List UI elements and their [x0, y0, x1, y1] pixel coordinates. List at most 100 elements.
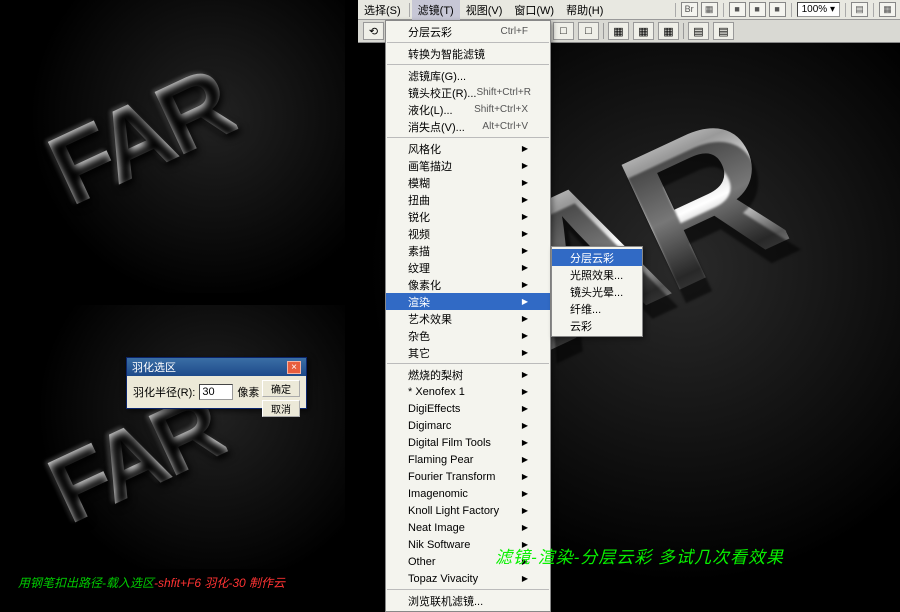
menu-item[interactable]: * Xenofex 1▶: [386, 383, 550, 400]
artwork-text: FAR: [32, 46, 248, 228]
menu-item[interactable]: 镜头校正(R)...Shift+Ctrl+R: [386, 84, 550, 101]
menu-item[interactable]: 画笔描边▶: [386, 157, 550, 174]
submenu-item[interactable]: 光照效果...: [552, 266, 642, 283]
menu-item[interactable]: 扭曲▶: [386, 191, 550, 208]
screenmode-icon-2[interactable]: ■: [749, 2, 766, 17]
menu-item[interactable]: 其它▶: [386, 344, 550, 361]
submenu-item[interactable]: 云彩: [552, 317, 642, 334]
cancel-button[interactable]: 取消: [262, 400, 300, 417]
menu-item[interactable]: 燃烧的梨树▶: [386, 366, 550, 383]
chevron-right-icon: ▶: [522, 506, 528, 515]
menu-item[interactable]: 渲染▶: [386, 293, 550, 310]
menu-item[interactable]: 视频▶: [386, 225, 550, 242]
chevron-right-icon: ▶: [522, 246, 528, 255]
tool-icon[interactable]: □: [578, 22, 599, 40]
feather-label: 羽化半径(R):: [133, 384, 195, 400]
chevron-right-icon: ▶: [522, 229, 528, 238]
chevron-right-icon: ▶: [522, 280, 528, 289]
menu-item[interactable]: 转换为智能滤镜: [386, 45, 550, 62]
tool-icon[interactable]: ▤: [688, 22, 709, 40]
chevron-right-icon: ▶: [522, 455, 528, 464]
menu-view[interactable]: 视图(V): [460, 0, 509, 20]
chevron-right-icon: ▶: [522, 574, 528, 583]
feather-dialog: 羽化选区 × 羽化半径(R): 像素 确定 取消: [126, 357, 307, 409]
render-submenu: 分层云彩光照效果...镜头光晕...纤维...云彩: [551, 246, 643, 337]
chevron-right-icon: ▶: [522, 161, 528, 170]
menu-item[interactable]: 模糊▶: [386, 174, 550, 191]
caption-right: 滤镜-渲染-分层云彩 多试几次看效果: [495, 543, 784, 568]
close-icon[interactable]: ×: [287, 361, 301, 374]
right-panel: FAR 选择(S) 滤镜(T) 视图(V) 窗口(W) 帮助(H) Br ▦ ■…: [358, 0, 900, 596]
arrange-icon-2[interactable]: ▦: [879, 2, 896, 17]
menu-item[interactable]: 纹理▶: [386, 259, 550, 276]
submenu-item[interactable]: 分层云彩: [552, 249, 642, 266]
chevron-right-icon: ▶: [522, 472, 528, 481]
tool-icon[interactable]: ▤: [713, 22, 734, 40]
menu-item[interactable]: 风格化▶: [386, 140, 550, 157]
tool-icon[interactable]: ▦: [633, 22, 654, 40]
menu-item[interactable]: 锐化▶: [386, 208, 550, 225]
chevron-right-icon: ▶: [522, 144, 528, 153]
feather-input[interactable]: [199, 384, 233, 400]
arrange-icon-1[interactable]: ▤: [851, 2, 868, 17]
zoom-level[interactable]: 100% ▾: [797, 2, 840, 17]
preview-image-bottom: FAR 羽化选区 × 羽化半径(R): 像素 确定 取消: [18, 305, 345, 569]
chevron-right-icon: ▶: [522, 348, 528, 357]
tool-icon[interactable]: □: [553, 22, 574, 40]
menu-filter[interactable]: 滤镜(T): [412, 0, 460, 20]
menu-item[interactable]: 像素化▶: [386, 276, 550, 293]
tool-icon[interactable]: ▦: [608, 22, 629, 40]
chevron-right-icon: ▶: [522, 438, 528, 447]
screenmode-icon-1[interactable]: ■: [729, 2, 746, 17]
menu-item[interactable]: Fourier Transform▶: [386, 468, 550, 485]
menu-window[interactable]: 窗口(W): [508, 0, 560, 20]
menu-item[interactable]: Digimarc▶: [386, 417, 550, 434]
menu-help[interactable]: 帮助(H): [560, 0, 609, 20]
menu-item[interactable]: Knoll Light Factory▶: [386, 502, 550, 519]
left-column: FAR FAR 羽化选区 × 羽化半径(R): 像素 确定 取消: [18, 0, 345, 569]
menubar: 选择(S) 滤镜(T) 视图(V) 窗口(W) 帮助(H) Br ▦ ■ ■ ■…: [358, 0, 900, 20]
menu-item[interactable]: Imagenomic▶: [386, 485, 550, 502]
minibridge-icon[interactable]: ▦: [701, 2, 718, 17]
menu-item[interactable]: Flaming Pear▶: [386, 451, 550, 468]
chevron-right-icon: ▶: [522, 404, 528, 413]
dialog-title: 羽化选区: [132, 359, 176, 375]
chevron-right-icon: ▶: [522, 297, 528, 306]
menu-item[interactable]: 消失点(V)...Alt+Ctrl+V: [386, 118, 550, 135]
chevron-right-icon: ▶: [522, 314, 528, 323]
chevron-right-icon: ▶: [522, 370, 528, 379]
ok-button[interactable]: 确定: [262, 380, 300, 397]
screenmode-icon-3[interactable]: ■: [769, 2, 786, 17]
bridge-icon[interactable]: Br: [681, 2, 698, 17]
feather-unit: 像素: [237, 384, 259, 400]
submenu-item[interactable]: 镜头光晕...: [552, 283, 642, 300]
dialog-titlebar[interactable]: 羽化选区 ×: [127, 358, 306, 376]
menu-item[interactable]: 液化(L)...Shift+Ctrl+X: [386, 101, 550, 118]
menu-item[interactable]: 滤镜库(G)...: [386, 67, 550, 84]
tool-icon[interactable]: ⟲: [363, 22, 384, 40]
menu-select[interactable]: 选择(S): [358, 0, 407, 20]
menu-item[interactable]: Neat Image▶: [386, 519, 550, 536]
menu-item[interactable]: Topaz Vivacity▶: [386, 570, 550, 587]
menu-item[interactable]: Digital Film Tools▶: [386, 434, 550, 451]
filter-menu: 分层云彩Ctrl+F 转换为智能滤镜滤镜库(G)...镜头校正(R)...Shif…: [385, 20, 551, 612]
submenu-item[interactable]: 纤维...: [552, 300, 642, 317]
menu-item[interactable]: 杂色▶: [386, 327, 550, 344]
chevron-right-icon: ▶: [522, 421, 528, 430]
tool-icon[interactable]: ▦: [658, 22, 679, 40]
menu-item[interactable]: 艺术效果▶: [386, 310, 550, 327]
menu-item[interactable]: 分层云彩Ctrl+F: [386, 23, 550, 40]
chevron-right-icon: ▶: [522, 387, 528, 396]
chevron-right-icon: ▶: [522, 331, 528, 340]
chevron-right-icon: ▶: [522, 523, 528, 532]
caption-left: 用钢笔扣出路径-载入选区-shfit+F6 羽化-30 制作云: [18, 574, 285, 591]
menu-item[interactable]: 浏览联机滤镜...: [386, 592, 550, 609]
chevron-right-icon: ▶: [522, 263, 528, 272]
menu-item[interactable]: 素描▶: [386, 242, 550, 259]
menu-item[interactable]: DigiEffects▶: [386, 400, 550, 417]
chevron-right-icon: ▶: [522, 212, 528, 221]
caption-part2: -shfit+F6 羽化-30 制作云: [154, 576, 285, 590]
caption-part1: 用钢笔扣出路径-载入选区: [18, 576, 154, 590]
preview-image-top: FAR: [18, 0, 345, 293]
chevron-right-icon: ▶: [522, 195, 528, 204]
